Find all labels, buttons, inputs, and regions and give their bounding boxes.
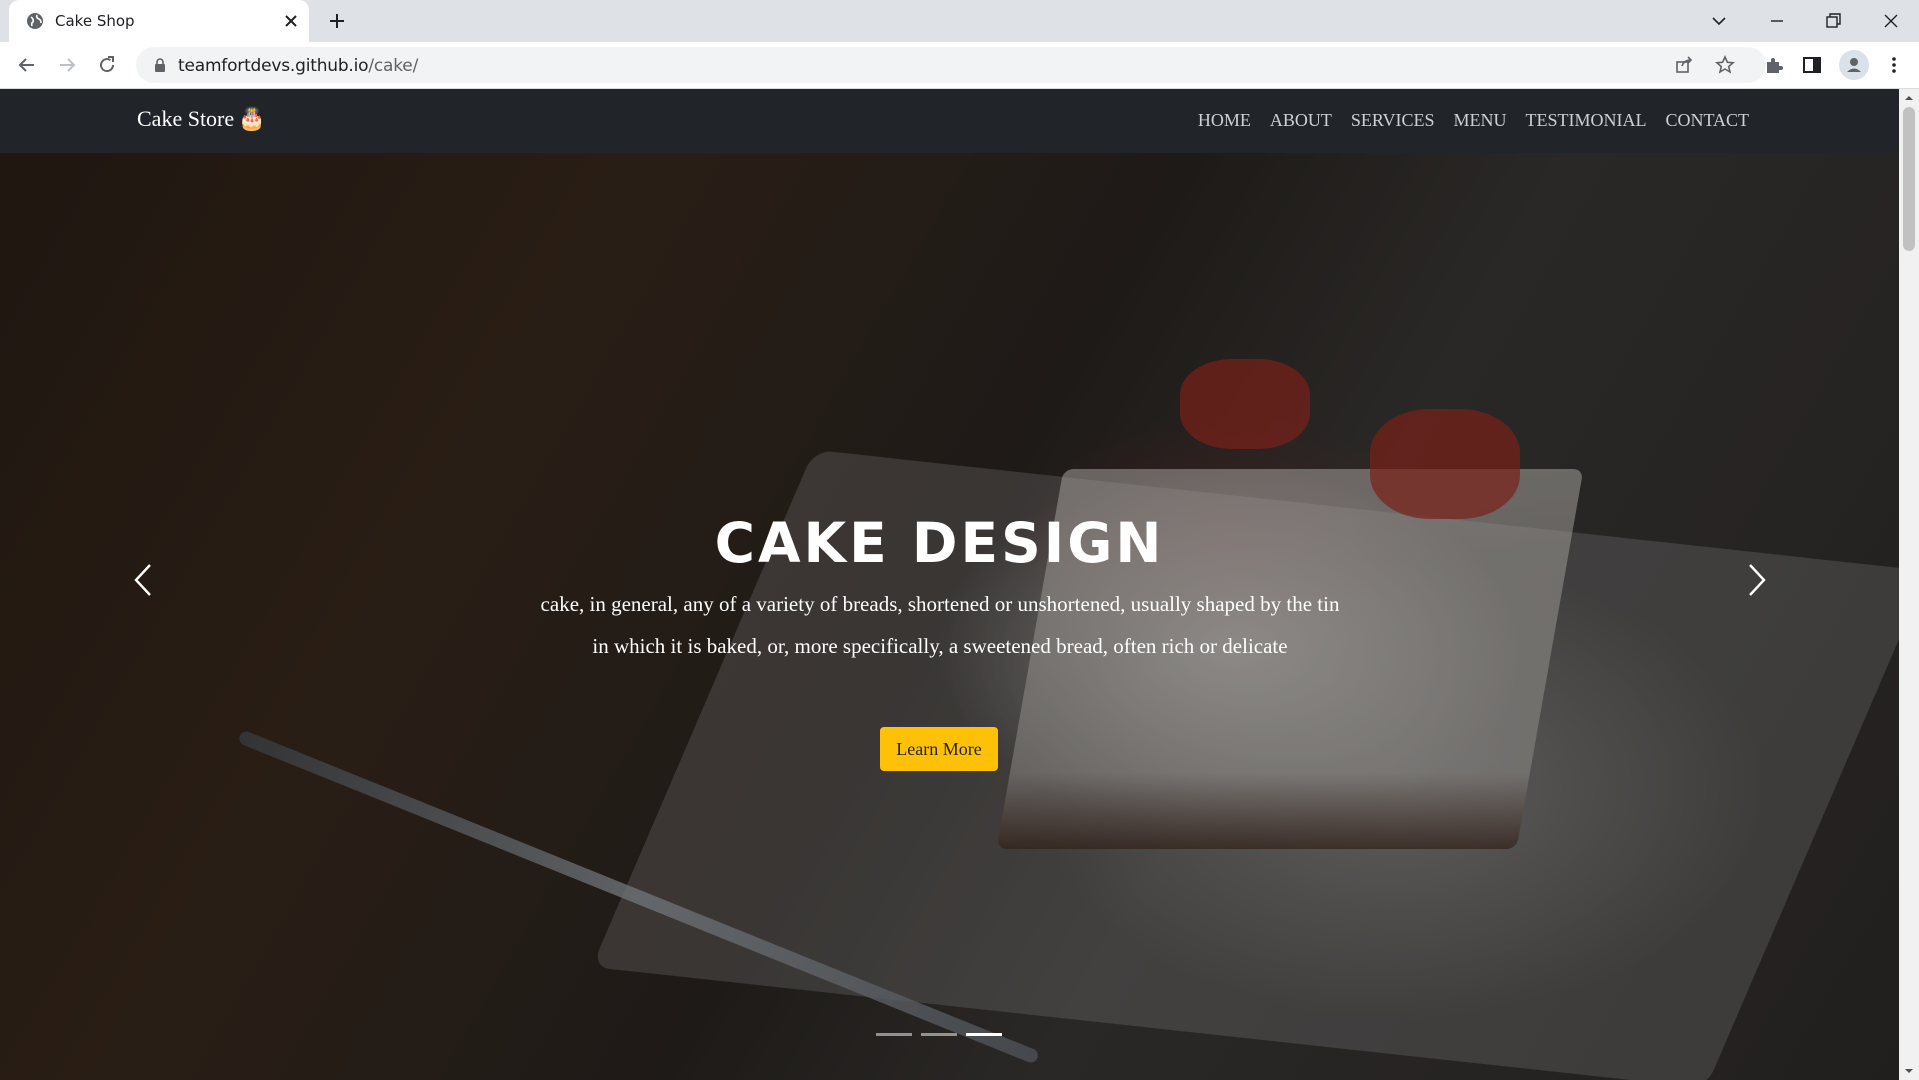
share-icon[interactable] xyxy=(1673,54,1695,76)
hero-text: cake, in general, any of a variety of br… xyxy=(540,592,1340,658)
brand-name: Cake Store xyxy=(137,106,235,131)
nav-link-menu[interactable]: MENU xyxy=(1453,110,1506,131)
person-icon xyxy=(1847,58,1861,72)
chevron-down-icon[interactable] xyxy=(1706,8,1732,34)
nav-link-services[interactable]: SERVICES xyxy=(1351,110,1435,131)
profile-avatar[interactable] xyxy=(1839,50,1869,80)
new-tab-icon[interactable] xyxy=(325,9,349,33)
learn-more-button[interactable]: Learn More xyxy=(880,727,998,771)
site-navbar: Cake Store 🎂 HOME ABOUT SERVICES MENU TES… xyxy=(0,89,1899,153)
close-tab-icon[interactable] xyxy=(281,11,301,31)
carousel-indicators xyxy=(876,1033,1002,1036)
nav-link-testimonial[interactable]: TESTIMONIAL xyxy=(1525,110,1646,131)
scrollbar-thumb[interactable] xyxy=(1903,107,1915,251)
side-panel-icon[interactable] xyxy=(1800,53,1824,77)
nav-links: HOME ABOUT SERVICES MENU TESTIMONIAL CON… xyxy=(1198,110,1749,131)
tab-title: Cake Shop xyxy=(55,12,135,30)
lock-icon xyxy=(155,58,165,72)
restore-icon[interactable] xyxy=(1820,8,1846,34)
carousel-prev-icon[interactable] xyxy=(128,559,158,601)
carousel-indicator[interactable] xyxy=(921,1033,957,1036)
globe-icon xyxy=(27,13,43,29)
address-bar[interactable]: teamfortdevs.github.io/cake/ xyxy=(136,47,1766,83)
hero-title: CAKE DESIGN xyxy=(714,511,1165,575)
page-scrollbar[interactable] xyxy=(1899,89,1919,1080)
scroll-down-icon[interactable] xyxy=(1903,1065,1915,1077)
back-icon[interactable] xyxy=(15,53,39,77)
brand-link[interactable]: Cake Store 🎂 xyxy=(137,106,266,132)
nav-link-contact[interactable]: CONTACT xyxy=(1665,110,1749,131)
browser-toolbar: teamfortdevs.github.io/cake/ xyxy=(0,42,1919,89)
bookmark-star-icon[interactable] xyxy=(1714,54,1736,76)
browser-tabstrip: Cake Shop xyxy=(0,0,1919,42)
url-text[interactable]: teamfortdevs.github.io/cake/ xyxy=(178,56,418,76)
page-viewport: CAKE DESIGN cake, in general, any of a v… xyxy=(0,89,1899,1080)
url-host: teamfortdevs.github.io xyxy=(178,56,369,76)
nav-link-home[interactable]: HOME xyxy=(1198,110,1251,131)
scroll-up-icon[interactable] xyxy=(1903,92,1915,104)
minimize-icon[interactable] xyxy=(1764,8,1790,34)
close-window-icon[interactable] xyxy=(1878,8,1904,34)
carousel-next-icon[interactable] xyxy=(1742,559,1772,601)
url-path: /cake/ xyxy=(368,56,419,76)
cake-icon: 🎂 xyxy=(238,106,266,131)
browser-tab[interactable]: Cake Shop xyxy=(9,0,309,42)
hero-carousel: CAKE DESIGN cake, in general, any of a v… xyxy=(0,89,1899,1080)
extensions-puzzle-icon[interactable] xyxy=(1762,53,1786,77)
reload-icon[interactable] xyxy=(95,53,119,77)
forward-icon[interactable] xyxy=(55,53,79,77)
nav-link-about[interactable]: ABOUT xyxy=(1270,110,1332,131)
more-menu-icon[interactable] xyxy=(1882,53,1906,77)
carousel-indicator-active[interactable] xyxy=(966,1033,1002,1036)
carousel-indicator[interactable] xyxy=(876,1033,912,1036)
